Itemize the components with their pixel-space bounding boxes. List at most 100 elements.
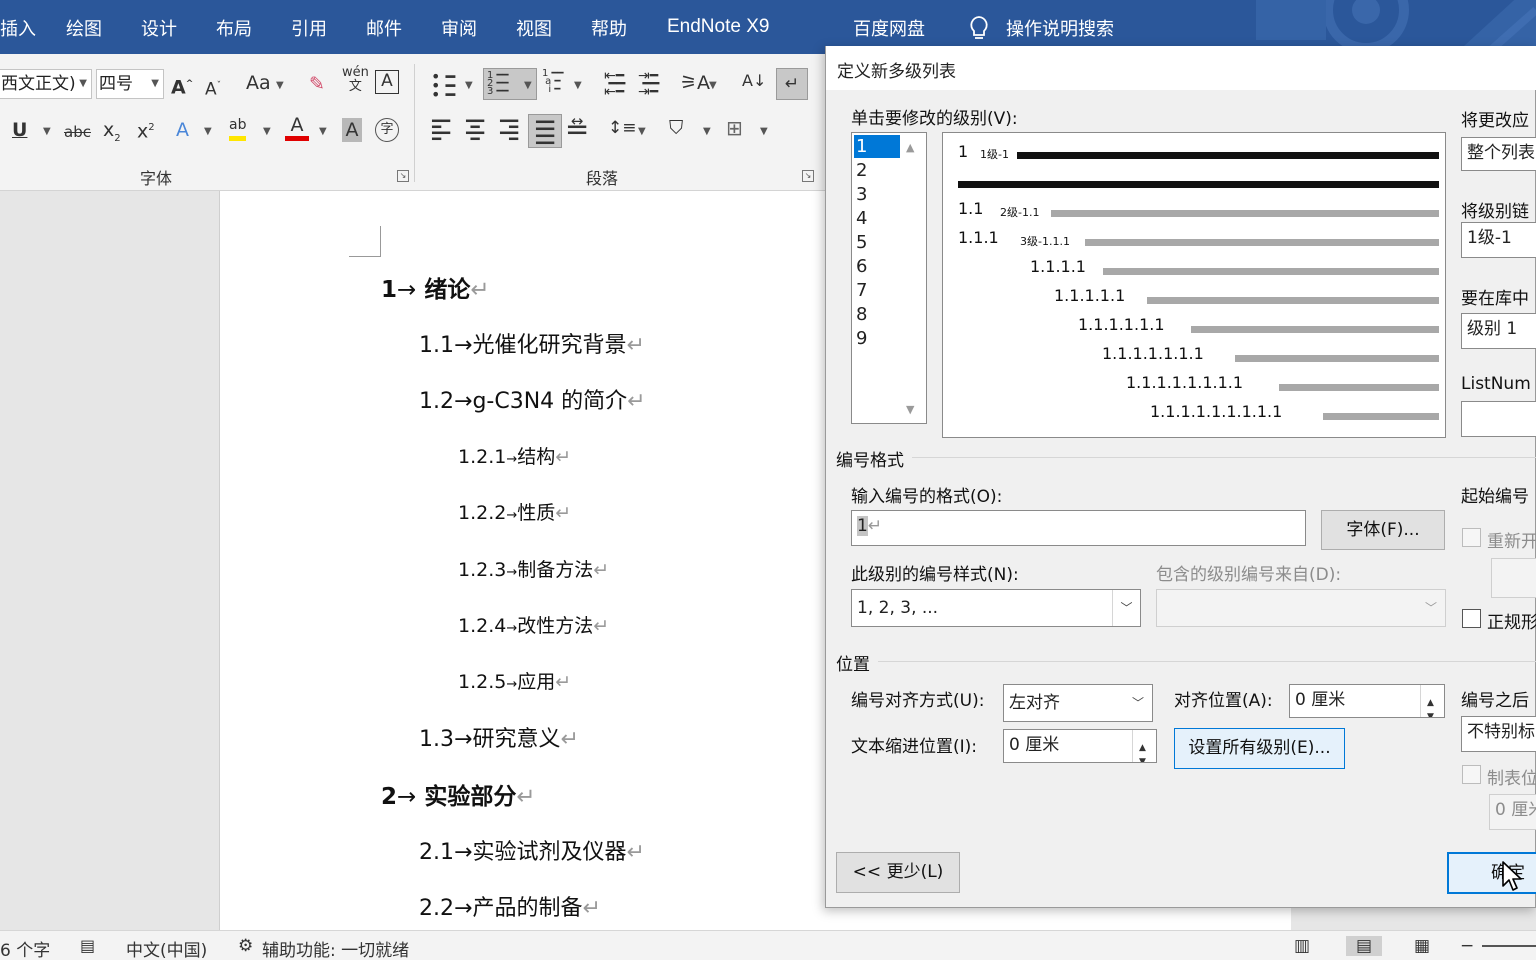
chevron-down-icon[interactable]: ▼ <box>276 80 284 91</box>
phonetic-guide-icon[interactable]: wén 文 <box>342 66 369 94</box>
heading-1-line[interactable]: 1→ 绪论↵ <box>381 270 490 304</box>
level-list-scrollbar[interactable]: ▲ ▼ <box>900 133 926 423</box>
tab-stop-checkbox[interactable] <box>1462 765 1481 784</box>
set-all-levels-button[interactable]: 设置所有级别(E)... <box>1174 728 1345 769</box>
align-left-icon[interactable]: ━━ ━ ━━ ━ <box>432 114 450 147</box>
include-level-combo[interactable]: ﹀ <box>1156 589 1446 627</box>
accessibility-icon[interactable]: ⚙ <box>238 936 253 956</box>
line-spacing-icon[interactable]: ↕≡ <box>608 116 637 140</box>
font-color-icon[interactable]: A <box>285 114 309 141</box>
tab-references[interactable]: 引用 <box>291 15 327 41</box>
restart-after-combo[interactable] <box>1491 558 1536 598</box>
level-item[interactable]: 1 <box>854 135 901 158</box>
chevron-down-icon[interactable]: ﹀ <box>1124 685 1152 721</box>
level-item[interactable]: 3 <box>854 183 901 206</box>
link-level-combo[interactable]: 1级-1 <box>1461 222 1536 258</box>
print-layout-icon[interactable]: ▤ <box>1346 936 1382 956</box>
level-item[interactable]: 7 <box>854 279 901 302</box>
level-item[interactable]: 4 <box>854 207 901 230</box>
tab-draw[interactable]: 绘图 <box>66 15 102 41</box>
level-item[interactable]: 6 <box>854 255 901 278</box>
heading-2-line[interactable]: 1.1→光催化研究背景↵ <box>419 327 645 359</box>
tab-baidu-netdisk[interactable]: 百度网盘 <box>853 15 925 41</box>
read-mode-icon[interactable]: ▥ <box>1294 936 1310 956</box>
heading-1-line[interactable]: 2→ 实验部分↵ <box>381 777 536 811</box>
tell-me-search[interactable]: 操作说明搜索 <box>1006 15 1114 41</box>
chevron-down-icon[interactable]: ▼ <box>43 126 51 137</box>
align-right-icon[interactable]: ━━ ━ ━━ ━ <box>500 114 518 147</box>
highlight-icon[interactable]: ab <box>229 114 247 141</box>
scroll-up-icon[interactable]: ▲ <box>906 141 914 154</box>
zoom-slider[interactable] <box>1482 945 1536 947</box>
less-button[interactable]: << 更少(L) <box>836 852 960 893</box>
tab-review[interactable]: 审阅 <box>441 15 477 41</box>
shading-icon[interactable]: ⛉ <box>669 116 683 140</box>
gallery-level-combo[interactable]: 级别 1 <box>1461 313 1536 349</box>
chevron-down-icon[interactable]: ▼ <box>760 126 768 137</box>
heading-2-line[interactable]: 2.1→实验试剂及仪器↵ <box>419 834 645 866</box>
underline-icon[interactable]: U <box>12 118 27 142</box>
heading-3-line[interactable]: 1.2.4→改性方法↵ <box>458 611 609 638</box>
grow-font-icon[interactable]: A^ <box>171 72 193 99</box>
language-indicator[interactable]: 中文(中国) <box>126 936 207 960</box>
chevron-down-icon[interactable]: ﹀ <box>1112 590 1140 626</box>
scroll-down-icon[interactable]: ▼ <box>906 403 914 416</box>
enter-format-field[interactable]: 1↵ <box>851 510 1306 546</box>
level-item[interactable]: 9 <box>854 327 901 350</box>
apply-to-combo[interactable]: 整个列表 <box>1461 137 1536 171</box>
char-border-icon[interactable]: A <box>375 70 399 94</box>
web-layout-icon[interactable]: ▦ <box>1414 936 1430 956</box>
subscript-icon[interactable]: x2 <box>103 118 121 151</box>
font-name-combo[interactable]: 西文正文) ▼ <box>0 69 92 99</box>
tab-design[interactable]: 设计 <box>141 15 177 41</box>
restart-checkbox[interactable] <box>1462 528 1481 547</box>
shrink-font-icon[interactable]: Aˇ <box>205 74 221 102</box>
tab-mailings[interactable]: 邮件 <box>366 15 402 41</box>
heading-2-line[interactable]: 1.2→g-C3N4 的简介↵ <box>419 383 646 415</box>
heading-3-line[interactable]: 1.2.1→结构↵ <box>458 442 571 469</box>
strikethrough-icon[interactable]: abc <box>64 120 91 144</box>
multilevel-list-icon[interactable]: 1 ━━ a ━ i ━ <box>542 69 564 95</box>
change-case-icon[interactable]: Aa <box>246 71 271 95</box>
heading-2-line[interactable]: 2.2→产品的制备↵ <box>419 890 601 922</box>
text-effects-icon[interactable]: A <box>176 118 189 142</box>
heading-2-line[interactable]: 1.3→研究意义↵ <box>419 721 579 753</box>
tab-insert[interactable]: 插入 <box>0 15 36 41</box>
chevron-down-icon[interactable]: ▼ <box>638 126 646 137</box>
enclose-char-icon[interactable]: 字 <box>375 118 399 142</box>
level-listbox[interactable]: 1 2 3 4 5 6 7 8 9 ▲ ▼ <box>851 132 927 424</box>
center-icon[interactable]: ━━ ━ ━━ ━ <box>466 114 484 147</box>
legal-style-checkbox[interactable] <box>1462 609 1481 628</box>
justify-icon[interactable]: ━━ ━━ ━━ ━━ <box>528 114 562 151</box>
heading-3-line[interactable]: 1.2.3→制备方法↵ <box>458 555 609 582</box>
chevron-down-icon[interactable]: ▼ <box>465 80 473 91</box>
lightbulb-icon[interactable] <box>966 15 992 43</box>
listnum-field[interactable] <box>1461 401 1536 437</box>
paragraph-dialog-launcher-icon[interactable]: ↘ <box>802 170 814 182</box>
chevron-down-icon[interactable]: ▼ <box>574 80 582 91</box>
decrease-indent-icon[interactable]: ⇤━ ━━ ⇤━ <box>604 69 625 99</box>
chinese-layout-icon[interactable]: ⚞A <box>680 71 710 95</box>
chevron-down-icon[interactable]: ﹀ <box>1417 590 1445 626</box>
clear-format-icon[interactable]: ✎ <box>309 72 325 96</box>
tab-layout[interactable]: 布局 <box>216 15 252 41</box>
chevron-down-icon[interactable]: ▼ <box>263 126 271 137</box>
font-size-combo[interactable]: 四号 ▼ <box>96 69 164 99</box>
tab-view[interactable]: 视图 <box>516 15 552 41</box>
superscript-icon[interactable]: x2 <box>137 116 155 143</box>
text-indent-spinner[interactable]: 0 厘米 ▲ ▼ <box>1003 729 1157 763</box>
tab-help[interactable]: 帮助 <box>591 15 627 41</box>
spin-down-icon[interactable]: ▼ <box>1139 747 1146 762</box>
word-count[interactable]: 6 个字 <box>0 936 50 960</box>
dialog-title-bar[interactable]: 定义新多级列表 <box>826 46 1536 90</box>
proofing-icon[interactable]: ▤ <box>80 936 95 955</box>
font-button[interactable]: 字体(F)... <box>1321 510 1445 550</box>
chevron-down-icon[interactable]: ▼ <box>703 126 711 137</box>
number-style-combo[interactable]: 1, 2, 3, ... ﹀ <box>851 589 1141 627</box>
tab-endnote[interactable]: EndNote X9 <box>667 16 769 38</box>
font-dialog-launcher-icon[interactable]: ↘ <box>397 170 409 182</box>
zoom-out-icon[interactable]: − <box>1460 936 1474 956</box>
show-marks-icon[interactable]: ↵ <box>776 68 808 100</box>
borders-icon[interactable]: ⊞ <box>726 116 743 140</box>
level-item[interactable]: 8 <box>854 303 901 326</box>
